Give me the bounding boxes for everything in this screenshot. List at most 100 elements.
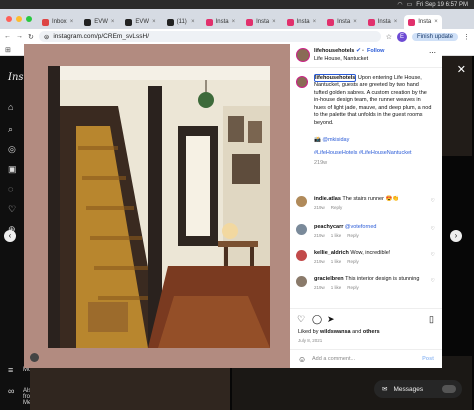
commenter-avatar[interactable] <box>296 250 307 261</box>
add-comment-input[interactable]: Add a comment... <box>312 356 355 363</box>
home-icon[interactable]: ⌂ <box>8 102 18 112</box>
site-info-icon[interactable]: ⊜ <box>44 33 49 41</box>
commenter-avatar[interactable] <box>296 196 307 207</box>
messenger-icon[interactable]: ◌ <box>8 184 18 194</box>
comment-text: @voteforned <box>344 224 377 230</box>
browser-tab[interactable]: Inbox × <box>38 15 77 29</box>
meta-icon[interactable]: ∞ <box>8 386 18 396</box>
comment-username[interactable]: gracielbren <box>314 276 344 282</box>
close-tab-icon[interactable]: × <box>111 19 115 25</box>
tab-label: EVW <box>94 19 108 25</box>
post-date: July 8, 2021 <box>298 338 323 343</box>
apps-grid-icon[interactable]: ⊞ <box>5 46 11 54</box>
post-comment-button[interactable]: Post <box>422 356 434 363</box>
author-avatar[interactable] <box>296 48 310 62</box>
author-username[interactable]: lifehousehotels <box>314 48 354 55</box>
post-photo[interactable] <box>48 66 270 348</box>
browser-tab[interactable]: Insta × <box>364 15 402 29</box>
close-tab-icon[interactable]: × <box>353 19 357 25</box>
star-icon[interactable]: ☆ <box>386 33 392 41</box>
close-window-button[interactable] <box>6 16 12 22</box>
wifi-icon[interactable]: ◠ <box>397 1 402 8</box>
comment-icon[interactable]: ◯ <box>312 313 322 325</box>
post-location[interactable]: Life House, Nantucket <box>314 56 368 63</box>
browser-tab[interactable]: Insta × <box>404 15 442 29</box>
more-options-icon[interactable]: ⋯ <box>429 49 436 58</box>
comment-item: peachycarr @voteforned <box>314 224 422 231</box>
forward-icon[interactable]: → <box>16 33 23 40</box>
media-user-tag-icon[interactable] <box>30 353 39 362</box>
commenter-avatar[interactable] <box>296 224 307 235</box>
reload-icon[interactable]: ↻ <box>28 33 34 41</box>
search-icon[interactable]: ⌕ <box>8 124 18 134</box>
liked-by-user[interactable]: wildswansa <box>320 329 351 335</box>
share-icon[interactable]: ➤ <box>327 313 335 325</box>
comment-like-icon[interactable]: ♡ <box>431 198 435 204</box>
tab-label: Insta <box>215 19 229 25</box>
liked-by-others[interactable]: others <box>363 329 380 335</box>
close-tab-icon[interactable]: × <box>272 19 276 25</box>
next-post-arrow[interactable]: › <box>450 230 462 242</box>
comment-likes[interactable]: 1 like <box>331 259 342 265</box>
save-bookmark-icon[interactable]: ▯ <box>429 313 434 325</box>
close-tab-icon[interactable]: × <box>434 19 438 25</box>
notifications-heart-icon[interactable]: ♡ <box>8 204 18 214</box>
browser-toolbar: ← → ↻ ⊜ instagram.com/p/CREm_svLssH/ ☆ E… <box>0 29 474 44</box>
battery-icon[interactable]: ▭ <box>407 1 413 8</box>
comment-likes[interactable]: 1 like <box>331 285 342 291</box>
comment-reply[interactable]: Reply <box>331 205 343 211</box>
reels-icon[interactable]: ▣ <box>8 164 18 174</box>
close-tab-icon[interactable]: × <box>152 19 156 25</box>
back-icon[interactable]: ← <box>4 33 11 40</box>
finish-update-button[interactable]: Finish update <box>411 32 458 41</box>
close-modal-icon[interactable]: ✕ <box>457 63 466 76</box>
comment-username[interactable]: indie.atlas <box>314 196 341 202</box>
profile-avatar[interactable]: E <box>396 31 407 42</box>
comment-like-icon[interactable]: ♡ <box>431 278 435 284</box>
browser-tab[interactable]: Insta × <box>202 15 240 29</box>
comment-username[interactable]: peachycarr <box>314 224 343 230</box>
zoom-window-button[interactable] <box>26 16 32 22</box>
close-tab-icon[interactable]: × <box>191 19 195 25</box>
caption-text: Upon entering Life House, Nantucket, gue… <box>314 75 432 126</box>
more-menu-icon[interactable]: ≡ <box>8 365 18 375</box>
caption-username[interactable]: lifehousehotels <box>314 74 357 82</box>
comment-likes[interactable]: 1 like <box>331 233 342 239</box>
follow-button[interactable]: Follow <box>367 48 384 55</box>
emoji-icon[interactable]: ☺ <box>298 355 306 366</box>
previous-post-arrow[interactable]: ‹ <box>4 230 16 242</box>
menubar-clock[interactable]: Fri Sep 19 6:57 PM <box>416 2 468 8</box>
browser-tab[interactable]: Insta × <box>283 15 321 29</box>
comment-like-icon[interactable]: ♡ <box>431 226 435 232</box>
browser-tab[interactable]: EVW × <box>121 15 159 29</box>
close-tab-icon[interactable]: × <box>394 19 398 25</box>
close-tab-icon[interactable]: × <box>313 19 317 25</box>
comment-username[interactable]: kellie_aldrich <box>314 250 349 256</box>
browser-tab[interactable]: Insta × <box>242 15 280 29</box>
address-bar[interactable]: ⊜ instagram.com/p/CREm_svLssH/ <box>38 31 381 42</box>
post-actions-footer: ♡ ◯ ➤ ▯ Liked by wildswansa and others J… <box>290 308 442 368</box>
comment-like-icon[interactable]: ♡ <box>431 252 435 258</box>
messages-dock[interactable]: ✉ Messages <box>374 380 462 398</box>
caption-block: lifehousehotels Upon entering Life House… <box>314 74 434 127</box>
caption-hashtags[interactable]: #LifeHouseHotels #LifeHouseNantucket <box>314 150 412 157</box>
minimize-window-button[interactable] <box>16 16 22 22</box>
browser-tab[interactable]: EVW × <box>80 15 118 29</box>
comment-time: 219w <box>314 259 325 264</box>
comment-reply[interactable]: Reply <box>347 233 359 239</box>
add-comment-row: ☺ Add a comment... Post <box>290 349 442 369</box>
commenter-avatar[interactable] <box>296 276 307 287</box>
like-heart-icon[interactable]: ♡ <box>297 313 305 325</box>
photo-credit[interactable]: 📸 @mkisiday <box>314 137 349 144</box>
comment-reply[interactable]: Reply <box>347 259 359 265</box>
tab-favicon-icon <box>84 18 92 26</box>
close-tab-icon[interactable]: × <box>70 19 74 25</box>
close-tab-icon[interactable]: × <box>232 19 236 25</box>
staircase-photo-illustration <box>48 66 270 348</box>
comment-reply[interactable]: Reply <box>347 285 359 291</box>
menu-kebab-icon[interactable]: ⋮ <box>463 33 470 41</box>
explore-icon[interactable]: ◎ <box>8 144 18 154</box>
browser-tab[interactable]: (11) × <box>163 15 199 29</box>
browser-tab[interactable]: Insta × <box>323 15 361 29</box>
caption-author-avatar[interactable] <box>296 76 308 88</box>
